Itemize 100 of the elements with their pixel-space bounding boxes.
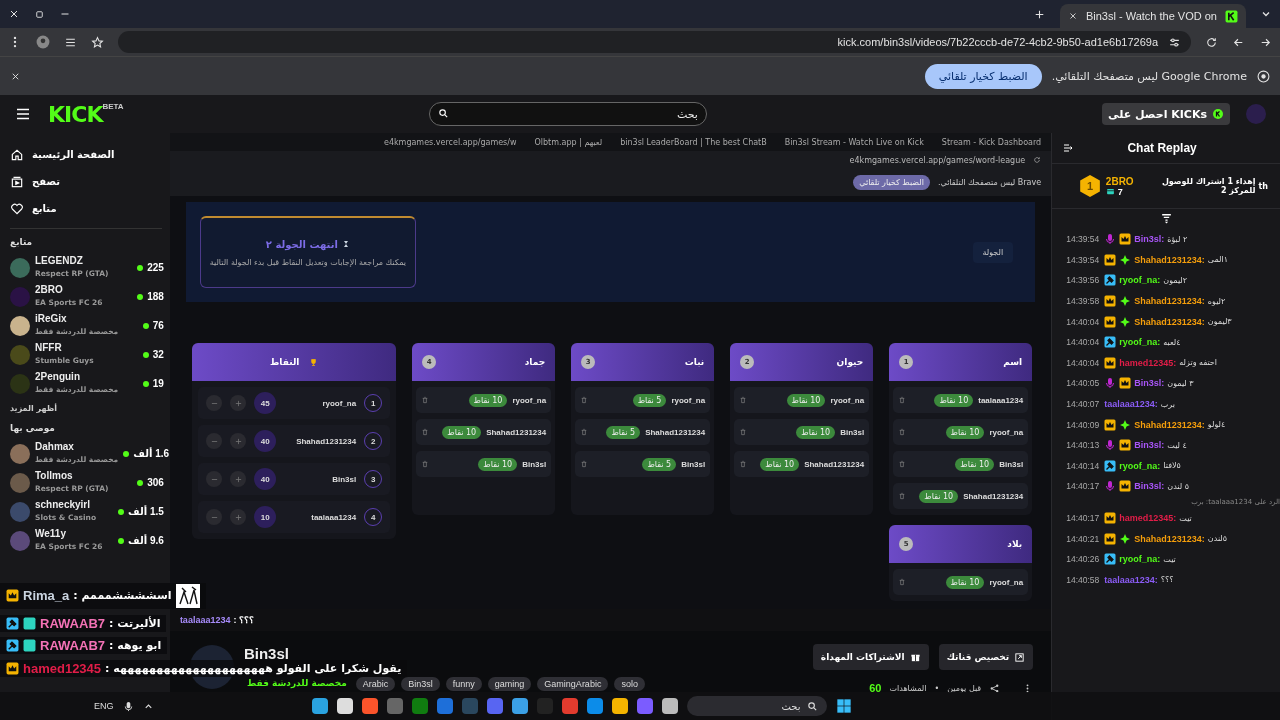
star-icon[interactable] [91,35,104,49]
chat-username[interactable]: Bin3sl: [1134,378,1165,389]
tag[interactable]: gaming [487,676,532,691]
trash-icon[interactable] [580,396,589,404]
close-icon[interactable] [1067,11,1078,21]
address-bar[interactable]: e4kmgames.vercel.app/games/word-league [849,155,1026,165]
avatar [10,530,30,551]
channel-name: NFFR [35,342,63,354]
app-icon[interactable] [511,698,528,714]
trash-icon[interactable] [898,578,907,586]
reload-icon[interactable] [1205,35,1218,49]
live-dot [137,479,144,486]
trash-icon[interactable] [421,428,430,436]
mic-icon [1104,233,1117,246]
filter-icon[interactable] [1159,212,1173,225]
message-text: ٥لافتا [1163,461,1181,471]
chat-username[interactable]: ryoof_na: [1119,460,1161,471]
search-icon [437,108,449,119]
trash-icon[interactable] [580,460,589,468]
browser-tab[interactable]: Bin3sl Stream - Watch Live on Kick [784,137,924,147]
plus-button[interactable] [230,433,247,449]
plus-button[interactable] [230,395,247,411]
language-indicator[interactable]: ENG [94,701,114,711]
timestamp: 14:40:17 [1066,481,1100,492]
address-bar[interactable]: kick.com/bin3sl/videos/7b22cccb-de72-4cb2-9b50-ad1e6b17269a [118,31,1191,53]
crown-icon [6,589,19,603]
trash-icon[interactable] [898,428,907,436]
trash-icon[interactable] [421,460,430,468]
chat-username[interactable]: Shahad1231234: [1134,316,1205,327]
browser-tab[interactable]: Stream - Kick Dashboard [941,137,1042,147]
trash-icon[interactable] [580,428,589,436]
chat-username[interactable]: ryoof_na: [1119,337,1161,348]
chat-username[interactable]: Shahad1231234: [1134,533,1205,544]
chat-username[interactable]: Bin3sl: [1134,440,1165,451]
chat-username[interactable]: Shahad1231234: [1134,254,1205,265]
microphone-icon[interactable] [122,700,134,712]
customize-channel-button[interactable]: تخصيص قناتك [938,644,1034,670]
category-title: جماد [524,357,546,367]
tag[interactable]: solo [614,676,645,691]
trash-icon[interactable] [898,492,907,500]
profile-icon[interactable] [36,35,50,49]
chat-username[interactable]: Shahad1231234: [1134,419,1205,430]
trash-icon[interactable] [898,460,907,468]
chat-username[interactable]: ryoof_na: [1119,275,1161,286]
trash-icon[interactable] [421,396,430,404]
chat-username[interactable]: Shahad1231234: [1134,296,1205,307]
trash-icon[interactable] [739,428,748,436]
message-text: تيت [1179,513,1192,523]
close-icon[interactable] [8,8,20,20]
sword-icon [1104,274,1117,287]
trash-icon[interactable] [898,396,907,404]
gift-count: 7 [1117,186,1123,197]
restore-icon[interactable] [34,8,45,20]
plus-button[interactable] [230,509,247,525]
trash-icon[interactable] [739,396,748,404]
reload-icon[interactable] [1033,156,1042,164]
browser-tab[interactable]: e4kmgames.vercel.app/games/w [383,137,517,147]
browser-tab[interactable]: bin3sl LeaderBoard | The best ChatB [620,137,767,147]
start-icon[interactable] [835,698,852,714]
show-more-link[interactable]: أظهر المزيد [10,404,170,413]
chat-username[interactable]: taalaaa1234: [1104,399,1158,410]
live-dot [137,264,144,271]
search-field[interactable]: بحث [428,102,707,126]
tag[interactable]: funny [445,676,482,691]
mic-icon [1104,377,1117,390]
diamond-icon [1119,315,1132,328]
share-icon[interactable] [989,682,1001,694]
set-default-button[interactable]: الضبط كخيار تلقائي [924,63,1042,89]
search-field[interactable]: بحث [686,696,827,717]
browser-tab[interactable]: Bin3sl - Watch the VOD on [1059,4,1246,28]
gifted-subs-button[interactable]: الاشتراكات المهداة [812,644,929,670]
collapse-chat-icon[interactable] [1062,142,1075,154]
app-icon[interactable] [336,698,353,714]
nav-item[interactable]: متابع [10,195,170,222]
channel-name: 2BRO [35,284,64,296]
message-text: ٥ لندن [1167,481,1190,491]
browser-tab[interactable]: Olbtm.app | لعبهم [534,137,603,147]
nav-item[interactable]: تصفح [10,168,170,195]
plus-button[interactable] [230,471,247,487]
app-icon[interactable] [361,698,378,714]
chat-username[interactable]: hamed12345: [1119,513,1177,523]
chat-username[interactable]: Bin3sl: [1134,481,1165,492]
tag[interactable]: Bin3sl [401,676,440,691]
live-dot [137,293,144,300]
chat-username[interactable]: hamed12345: [1119,357,1177,368]
chat-username[interactable]: ryoof_na: [1119,554,1161,565]
chat-username[interactable]: Bin3sl: [1134,234,1165,245]
points-badge: 10 نقاط [468,393,508,407]
player-name: ryoof_na [671,395,706,405]
viewer-count: 32 [152,349,164,360]
app-icon[interactable] [611,698,628,714]
nav-item[interactable]: الصفحة الرئيسية [10,141,170,168]
app-icon[interactable] [311,698,328,714]
set-default-button[interactable]: الضبط كخيار تلقائي [853,175,930,190]
chat-username[interactable]: taalaaa1234: [1104,574,1158,585]
player-name: Bin3sl [840,427,865,437]
get-kicks-button[interactable]: احصل على KICKs [1102,103,1230,125]
app-icon[interactable] [661,698,678,714]
trash-icon[interactable] [739,460,748,468]
tag[interactable]: GamingArabic [537,676,609,691]
